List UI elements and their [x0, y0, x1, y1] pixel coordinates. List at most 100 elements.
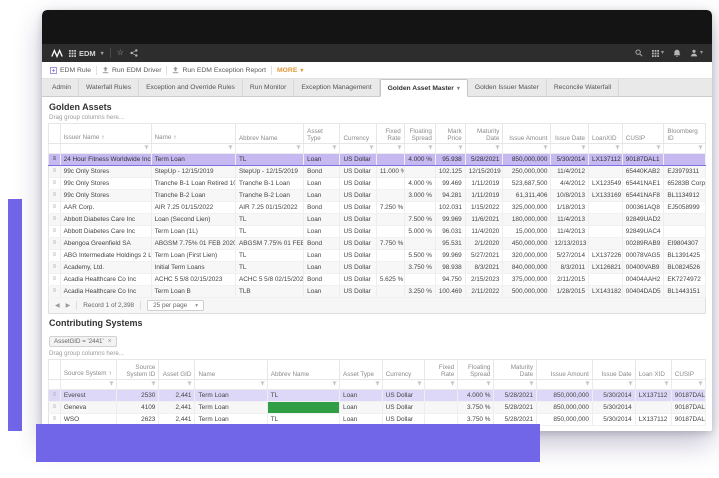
row-handle-icon[interactable]: ≡: [49, 250, 61, 262]
table-row[interactable]: ≡Abengoa Greenfield SAABGSM 7.75% 01 FEB…: [49, 238, 706, 250]
bell-icon[interactable]: [673, 49, 681, 57]
column-header-mark-price[interactable]: Mark Price: [435, 124, 465, 144]
column-header-cusip[interactable]: CUSIP: [671, 360, 705, 380]
app-launcher-icon[interactable]: ▾: [652, 50, 664, 57]
row-handle-icon[interactable]: ≡: [49, 238, 61, 250]
filter-icon[interactable]: [450, 381, 455, 386]
filter-icon[interactable]: [495, 145, 500, 150]
filter-icon[interactable]: [296, 145, 301, 150]
star-icon[interactable]: ☆: [117, 49, 124, 57]
filter-icon[interactable]: [529, 381, 534, 386]
row-handle-icon[interactable]: ≡: [49, 202, 61, 214]
filter-icon[interactable]: [109, 381, 114, 386]
tab-exception-and-override-rules[interactable]: Exception and Override Rules: [139, 79, 243, 96]
table-row[interactable]: ≡ABG Intermediate Holdings 2 LLCTerm Loa…: [49, 250, 706, 262]
filter-icon[interactable]: [664, 381, 669, 386]
column-header-currency[interactable]: Currency: [340, 124, 376, 144]
tab-golden-asset-master[interactable]: Golden Asset Master▾: [380, 79, 468, 97]
filter-icon[interactable]: [375, 381, 380, 386]
filter-icon[interactable]: [581, 145, 586, 150]
row-handle-icon[interactable]: ≡: [49, 390, 61, 402]
search-icon[interactable]: [635, 49, 643, 57]
filter-icon[interactable]: [698, 145, 703, 150]
table-row[interactable]: ≡Academy, Ltd.Initial Term LoansTLLoanUS…: [49, 262, 706, 274]
filter-chip[interactable]: AssetGID = '2441' ×: [49, 336, 117, 347]
edm-app-menu[interactable]: EDM ▾: [69, 49, 104, 58]
column-header-issue-date[interactable]: Issue Date: [592, 360, 635, 380]
column-header-issuer-name[interactable]: Issuer Name↑: [60, 124, 151, 144]
row-handle-icon[interactable]: ≡: [49, 402, 61, 414]
tab-exception-management[interactable]: Exception Management: [294, 79, 379, 96]
filter-icon[interactable]: [144, 145, 149, 150]
tab-run-monitor[interactable]: Run Monitor: [243, 79, 294, 96]
column-header-loan-xid[interactable]: Loan XID: [635, 360, 671, 380]
filter-icon[interactable]: [151, 381, 156, 386]
column-header-fixed-rate[interactable]: Fixed Rate: [376, 124, 404, 144]
table-row[interactable]: ≡Acadia Healthcare Co IncTerm Loan BTLBL…: [49, 286, 706, 298]
row-handle-icon[interactable]: ≡: [49, 214, 61, 226]
table-row[interactable]: ≡Everest25302,441Term LoanTLLoanUS Dolla…: [49, 390, 706, 402]
filter-icon[interactable]: [615, 145, 620, 150]
column-header-issue-amount[interactable]: Issue Amount: [537, 360, 593, 380]
filter-icon[interactable]: [458, 145, 463, 150]
table-row[interactable]: ≡Geneva41092,441Term LoanLoanUS Dollar3.…: [49, 402, 706, 414]
column-header-col[interactable]: [49, 360, 61, 380]
row-handle-icon[interactable]: ≡: [49, 154, 61, 166]
column-header-abbrev-name[interactable]: Abbrev Name: [235, 124, 303, 144]
tab-admin[interactable]: Admin: [45, 79, 79, 96]
column-header-issue-date[interactable]: Issue Date: [551, 124, 589, 144]
chip-close-icon[interactable]: ×: [108, 338, 112, 345]
row-handle-icon[interactable]: ≡: [49, 262, 61, 274]
row-handle-icon[interactable]: ≡: [49, 226, 61, 238]
filter-icon[interactable]: [228, 145, 233, 150]
column-header-issue-amount[interactable]: Issue Amount: [503, 124, 551, 144]
column-header-maturity-date[interactable]: Maturity Date: [494, 360, 537, 380]
filter-icon[interactable]: [417, 381, 422, 386]
column-header-name[interactable]: Name↑: [151, 124, 235, 144]
filter-icon[interactable]: [369, 145, 374, 150]
filter-icon[interactable]: [397, 145, 402, 150]
column-header-currency[interactable]: Currency: [382, 360, 425, 380]
filter-icon[interactable]: [656, 145, 661, 150]
more-menu-button[interactable]: MORE ▾: [277, 67, 303, 74]
column-header-floating-spread[interactable]: Floating Spread: [458, 360, 494, 380]
share-icon[interactable]: [130, 49, 138, 57]
column-header-fixed-rate[interactable]: Fixed Rate: [425, 360, 458, 380]
column-header-asset-type[interactable]: Asset Type: [340, 360, 383, 380]
filter-icon[interactable]: [698, 381, 703, 386]
edm-rule-button[interactable]: EDM Rule: [50, 67, 91, 74]
run-edm-exception-report-button[interactable]: Run EDM Exception Report: [172, 66, 266, 74]
filter-icon[interactable]: [260, 381, 265, 386]
column-header-asset-type[interactable]: Asset Type: [304, 124, 340, 144]
tab-golden-issuer-master[interactable]: Golden Issuer Master: [468, 79, 547, 96]
row-handle-icon[interactable]: ≡: [49, 178, 61, 190]
filter-icon[interactable]: [332, 381, 337, 386]
filter-icon[interactable]: [187, 381, 192, 386]
table-row[interactable]: ≡24 Hour Fitness Worldwide IncTerm LoanT…: [49, 154, 706, 166]
table-row[interactable]: ≡Acadia Healthcare Co IncACHC 5 5/8 02/1…: [49, 274, 706, 286]
column-header-col[interactable]: [49, 124, 61, 144]
column-header-abbrev-name[interactable]: Abbrev Name: [267, 360, 339, 380]
table-row[interactable]: ≡Abbott Diabetes Care IncTerm Loan (1L)T…: [49, 226, 706, 238]
table-row[interactable]: ≡99c Only StoresStepUp - 12/15/2019StepU…: [49, 166, 706, 178]
column-header-source-system-id[interactable]: Source System ID: [116, 360, 159, 380]
column-header-floating-spread[interactable]: Floating Spread: [404, 124, 435, 144]
tab-waterfall-rules[interactable]: Waterfall Rules: [79, 79, 139, 96]
column-header-source-system[interactable]: Source System↑: [60, 360, 116, 380]
column-header-loanxid[interactable]: LoanXID: [589, 124, 623, 144]
table-row[interactable]: ≡99c Only StoresTranche B-2 LoanTranche …: [49, 190, 706, 202]
filter-icon[interactable]: [543, 145, 548, 150]
run-edm-driver-button[interactable]: Run EDM Driver: [102, 66, 161, 74]
column-header-maturity-date[interactable]: Maturity Date: [465, 124, 503, 144]
filter-icon[interactable]: [428, 145, 433, 150]
filter-icon[interactable]: [628, 381, 633, 386]
page-size-select[interactable]: 25 per page ▾: [147, 300, 204, 311]
user-icon[interactable]: ▾: [690, 49, 703, 57]
table-row[interactable]: ≡99c Only StoresTranche B-1 Loan Retired…: [49, 178, 706, 190]
column-header-cusip[interactable]: CUSIP: [622, 124, 664, 144]
filter-icon[interactable]: [486, 381, 491, 386]
table-row[interactable]: ≡AAR Corp.AIR 7.25 01/15/2022AIR 7.25 01…: [49, 202, 706, 214]
column-header-name[interactable]: Name: [195, 360, 267, 380]
row-handle-icon[interactable]: ≡: [49, 166, 61, 178]
tab-reconcile-waterfall[interactable]: Reconcile Waterfall: [547, 79, 619, 96]
